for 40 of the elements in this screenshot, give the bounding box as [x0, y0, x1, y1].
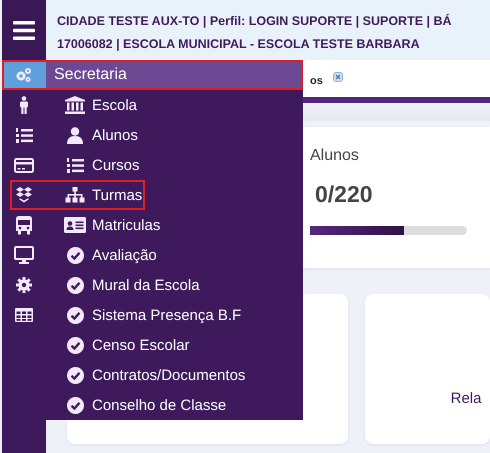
check-circle-icon	[66, 336, 84, 354]
check-circle-icon	[66, 396, 84, 414]
bus-icon	[16, 216, 32, 234]
person-icon	[19, 96, 29, 114]
id-card-icon	[64, 217, 86, 233]
bank-icon	[65, 96, 85, 114]
check-circle-icon	[66, 306, 84, 324]
header-text: CIDADE TESTE AUX-TO | Perfil: LOGIN SUPORTE | SUPORTE | BÁ	[57, 12, 453, 30]
menu-item[interactable]: Cursos	[46, 150, 303, 180]
card-label: Rela	[450, 390, 482, 407]
menu-icon	[13, 20, 35, 40]
menu-item[interactable]: Turmas	[46, 180, 303, 210]
gears-icon	[15, 67, 33, 83]
check-circle-icon	[66, 366, 84, 384]
menu-item[interactable]: Matriculas	[46, 210, 303, 240]
monitor-icon	[14, 246, 34, 264]
header-text: 17006082 | ESCOLA MUNICIPAL - ESCOLA TESTE BARBARA	[57, 36, 421, 53]
menu-item[interactable]: Escola	[46, 90, 303, 120]
list-icon	[16, 128, 32, 142]
menu-item[interactable]: Alunos	[46, 120, 303, 150]
card-title: Alunos	[310, 147, 360, 165]
menu-item[interactable]: Conselho de Classe	[46, 390, 303, 420]
menu-button[interactable]	[2, 0, 46, 60]
check-circle-icon	[66, 276, 84, 294]
check-circle-icon	[66, 246, 84, 264]
card-icon	[14, 158, 34, 172]
close-icon[interactable]	[332, 72, 343, 82]
menu-item[interactable]: Mural da Escola	[46, 270, 303, 300]
sitemap-icon	[65, 187, 85, 203]
student-count: 0/220	[314, 181, 374, 208]
menu-item[interactable]: Contratos/Documentos	[46, 360, 303, 390]
menu-item[interactable]: Sistema Presença B.F	[46, 300, 303, 330]
list-icon	[66, 158, 84, 172]
table-icon	[15, 308, 33, 322]
menu-item[interactable]: Avaliação	[46, 240, 303, 270]
boxes-icon	[15, 187, 33, 203]
tab[interactable]: os	[310, 74, 323, 86]
user-icon	[67, 126, 83, 144]
settings-icon	[16, 277, 32, 293]
menu-item[interactable]: Censo Escolar	[46, 330, 303, 360]
